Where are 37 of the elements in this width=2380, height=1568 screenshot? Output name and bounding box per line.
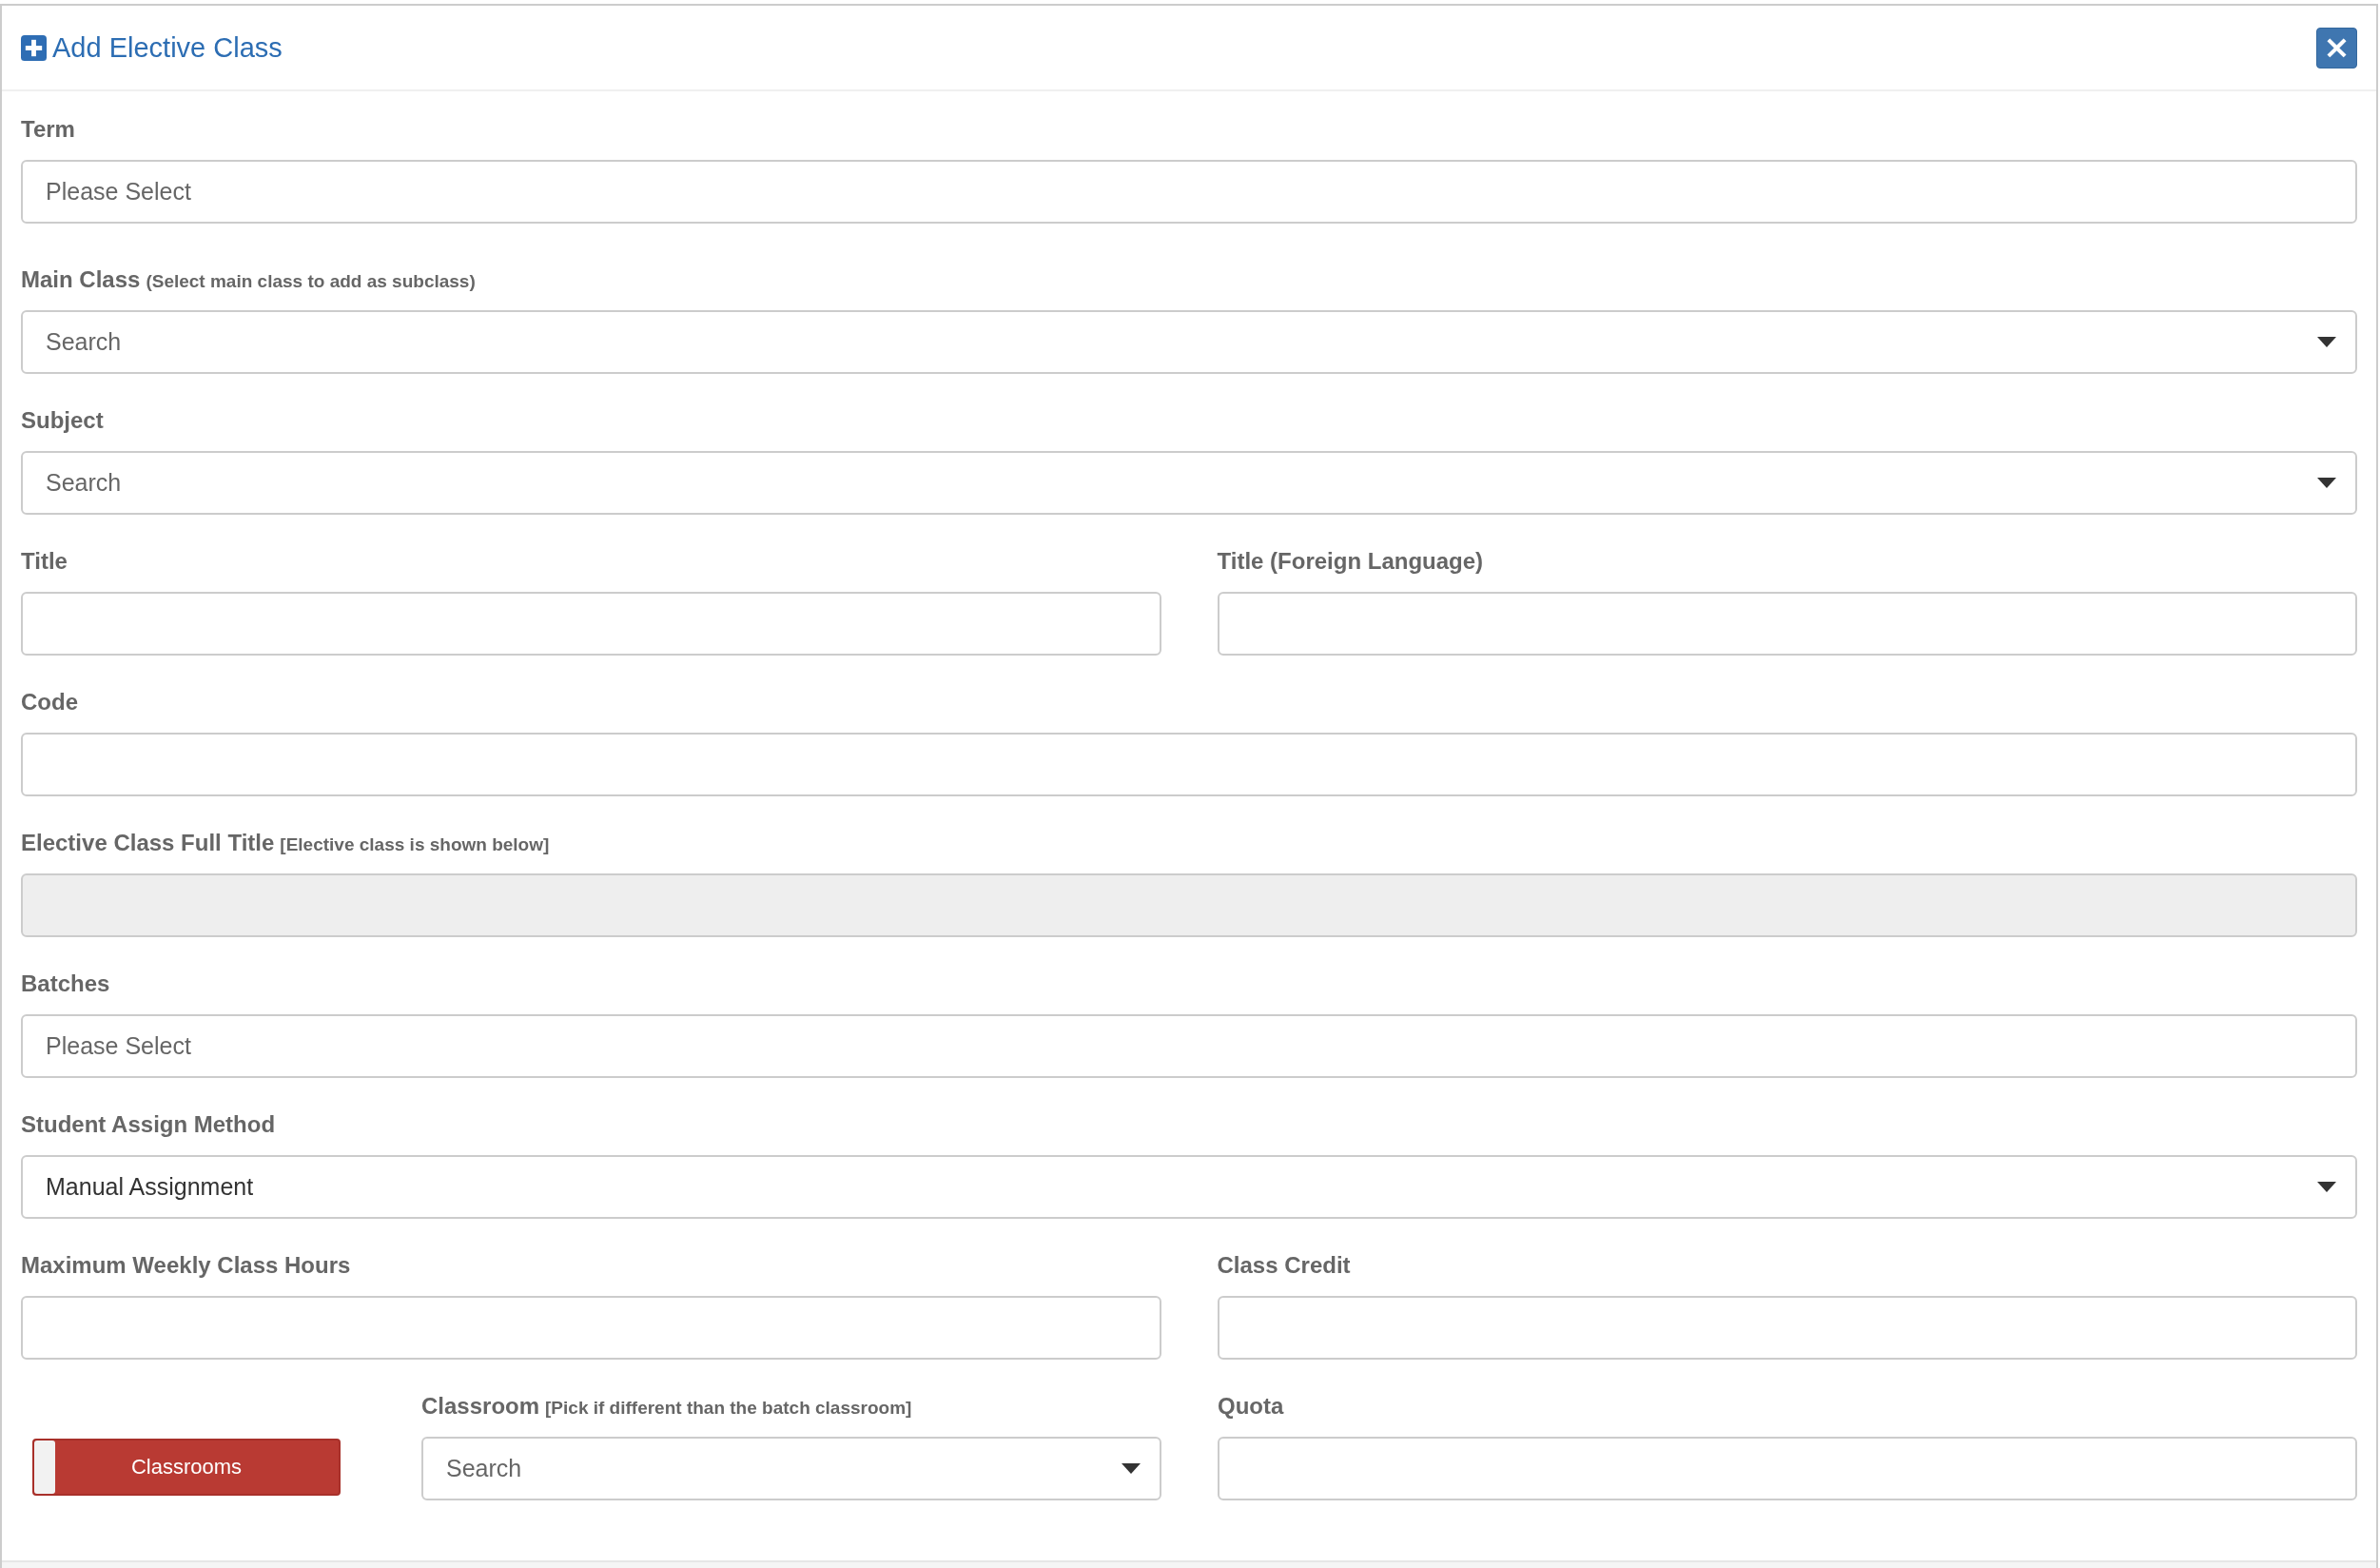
field-label: Code: [21, 689, 78, 715]
text-field[interactable]: [21, 733, 2357, 796]
text-field[interactable]: [1218, 1437, 2357, 1500]
dialog-title: Add Elective Class: [52, 31, 283, 64]
text-field[interactable]: [21, 592, 1161, 656]
field-label: Maximum Weekly Class Hours: [21, 1252, 351, 1279]
caret-icon: [2317, 1182, 2336, 1192]
readonly-field[interactable]: [21, 873, 2357, 937]
field-hint: (Select main class to add as subclass): [146, 271, 476, 292]
field-label: Subject: [21, 407, 104, 434]
classrooms-toggle[interactable]: Classrooms: [32, 1439, 341, 1496]
caret-icon: [2317, 478, 2336, 488]
field-label: Term: [21, 116, 75, 143]
field-label: Elective Class Full Title: [21, 830, 275, 856]
text-field[interactable]: [1217, 1296, 2357, 1360]
field-label: Title: [21, 548, 68, 575]
text-field[interactable]: [21, 1296, 1161, 1360]
dropdown-field[interactable]: Manual Assignment: [21, 1155, 2357, 1219]
dropdown-field[interactable]: Search: [21, 451, 2357, 515]
text-field[interactable]: [1217, 592, 2357, 656]
dropdown-field[interactable]: Search: [21, 310, 2357, 374]
select-field[interactable]: Please Select: [21, 1014, 2357, 1078]
caret-icon: [1122, 1463, 1141, 1474]
field-label: Quota: [1218, 1393, 1284, 1420]
select-field[interactable]: Please Select: [21, 160, 2357, 224]
field-label: Class Credit: [1217, 1252, 1351, 1279]
dropdown-field[interactable]: Search: [421, 1437, 1161, 1500]
field-label: Title (Foreign Language): [1217, 548, 1484, 575]
field-label: Classroom: [421, 1393, 540, 1420]
field-hint: [Pick if different than the batch classroom]: [545, 1398, 912, 1419]
field-label: Student Assign Method: [21, 1111, 276, 1138]
field-hint: [Elective class is shown below]: [280, 834, 550, 855]
field-label: Batches: [21, 970, 110, 997]
caret-icon: [2317, 337, 2336, 347]
close-button[interactable]: ×: [2316, 27, 2357, 69]
field-label: Main Class: [21, 266, 141, 293]
plus-square-icon: [21, 34, 47, 61]
